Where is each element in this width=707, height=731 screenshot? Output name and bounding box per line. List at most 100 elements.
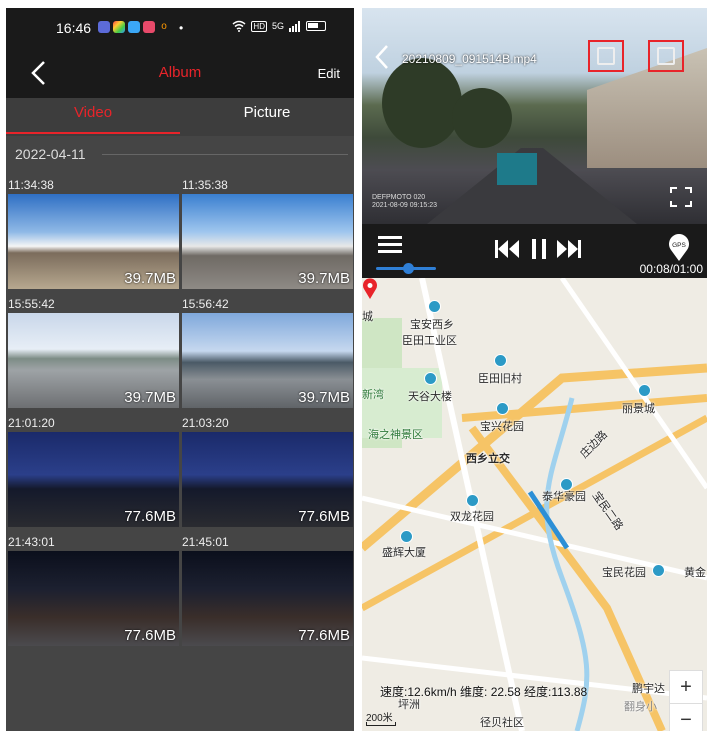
map-label: 盛辉大厦	[382, 547, 426, 559]
map-label: 丽景城	[622, 403, 655, 415]
gps-icon[interactable]: GPS	[668, 234, 690, 262]
status-bar: 16:46 o • HD 5G	[6, 8, 354, 48]
app-bar: Album Edit	[6, 48, 354, 98]
app-icon	[113, 21, 125, 33]
signal-label: 5G	[271, 21, 284, 31]
map-label: 臣田旧村	[478, 373, 522, 385]
previous-icon[interactable]	[494, 238, 520, 260]
app-icon: o	[158, 21, 170, 33]
back-arrow-icon[interactable]	[374, 44, 390, 70]
map-label: 鹏宇达	[632, 683, 665, 695]
poi-icon	[494, 354, 507, 367]
video-time: 21:03:20	[182, 416, 229, 430]
zoom-in-button[interactable]: +	[670, 671, 702, 703]
video-thumbnail[interactable]: 77.6MB	[182, 551, 353, 646]
poi-icon	[466, 494, 479, 507]
map-label: 臣田工业区	[402, 335, 457, 347]
date-header: 2022-04-11	[15, 146, 86, 162]
share-button[interactable]	[648, 40, 684, 72]
video-thumbnail[interactable]: 77.6MB	[8, 432, 179, 527]
poi-icon	[400, 530, 413, 543]
video-size: 39.7MB	[124, 389, 176, 406]
video-thumbnail[interactable]: 39.7MB	[8, 313, 179, 408]
playback-controls: GPS 00:08/01:00	[362, 224, 707, 278]
zoom-out-button[interactable]: −	[670, 703, 702, 731]
video-thumbnail[interactable]: 77.6MB	[8, 551, 179, 646]
screenshot-root: 16:46 o • HD 5G Album Edit Video Picture…	[0, 0, 707, 731]
share-icon	[657, 47, 675, 65]
video-player[interactable]: 20210809_091514B.mp4 DEFPMOTO 020 2021-0…	[362, 8, 707, 224]
tab-video[interactable]: Video	[6, 98, 180, 136]
status-app-icons: o •	[98, 21, 183, 35]
playback-time: 00:08/01:00	[639, 262, 703, 276]
video-time: 11:34:38	[8, 178, 54, 192]
video-thumbnail[interactable]: 39.7MB	[8, 194, 179, 289]
poi-icon	[424, 372, 437, 385]
map-label: 泰华豪园	[542, 491, 586, 503]
edit-button[interactable]: Edit	[318, 66, 340, 81]
poi-icon	[496, 402, 509, 415]
map-label: 宝兴花园	[480, 421, 524, 433]
media-tabs: Video Picture	[6, 98, 354, 136]
video-size: 39.7MB	[124, 270, 176, 287]
clip-button[interactable]	[588, 40, 624, 72]
pause-icon[interactable]	[530, 238, 548, 260]
gps-info: 速度:12.6km/h 维度: 22.58 经度:113.88	[380, 685, 588, 699]
app-icon	[98, 21, 110, 33]
video-thumbnail[interactable]: 77.6MB	[182, 432, 353, 527]
map-view[interactable]: 宝安西乡 臣田工业区 臣田旧村 天谷大楼 宝兴花园 丽景城 海之神景区 西乡立交…	[362, 278, 707, 731]
app-icon	[143, 21, 155, 33]
poi-icon	[652, 564, 665, 577]
video-item[interactable]: 15:55:42 39.7MB	[8, 297, 179, 408]
gps-label: GPS	[672, 242, 686, 249]
location-pin-icon	[363, 278, 377, 299]
video-item[interactable]: 11:35:38 39.7MB	[182, 178, 353, 289]
video-time: 21:01:20	[8, 416, 55, 430]
video-time: 15:56:42	[182, 297, 229, 311]
video-item[interactable]: 21:01:20 77.6MB	[8, 416, 179, 527]
poi-icon	[638, 384, 651, 397]
map-label: 天谷大楼	[408, 391, 452, 403]
map-label: 宝安西乡	[410, 319, 454, 331]
album-screen: 16:46 o • HD 5G Album Edit Video Picture…	[6, 8, 354, 731]
map-label: 双龙花园	[450, 511, 494, 523]
video-filename: 20210809_091514B.mp4	[402, 52, 537, 66]
video-frame-tree	[382, 58, 462, 148]
watermark-brand: DEFPMOTO 020	[372, 194, 426, 201]
seek-handle[interactable]	[403, 263, 414, 274]
map-label: 翻身小	[624, 701, 657, 713]
video-frame-bus	[497, 153, 537, 185]
video-item[interactable]: 21:43:01 77.6MB	[8, 535, 179, 646]
video-time: 21:43:01	[8, 535, 55, 549]
video-size: 77.6MB	[298, 508, 350, 525]
fullscreen-icon[interactable]	[669, 186, 693, 208]
tab-picture[interactable]: Picture	[180, 98, 354, 136]
wifi-icon	[232, 20, 246, 32]
map-label: 宝民花园	[602, 567, 646, 579]
map-label: 黄金	[684, 567, 706, 579]
video-size: 77.6MB	[298, 627, 350, 644]
video-time: 15:55:42	[8, 297, 55, 311]
video-item[interactable]: 11:34:38 39.7MB	[8, 178, 179, 289]
map-label: 海之神景区	[368, 429, 423, 441]
map-label: 西乡立交	[466, 453, 510, 465]
video-thumbnail[interactable]: 39.7MB	[182, 194, 353, 289]
map-label: 径贝社区	[480, 717, 524, 729]
poi-icon	[428, 300, 441, 313]
video-item[interactable]: 21:45:01 77.6MB	[182, 535, 353, 646]
video-size: 39.7MB	[298, 270, 350, 287]
status-dot: •	[179, 21, 184, 35]
video-thumbnail[interactable]: 39.7MB	[182, 313, 353, 408]
next-icon[interactable]	[556, 238, 582, 260]
hd-badge: HD	[251, 20, 267, 32]
playlist-icon[interactable]	[378, 236, 402, 254]
video-item[interactable]: 15:56:42 39.7MB	[182, 297, 353, 408]
video-time: 21:45:01	[182, 535, 229, 549]
video-frame-tree	[452, 88, 512, 148]
status-time: 16:46	[56, 20, 92, 36]
app-icon	[128, 21, 140, 33]
watermark-timestamp: 2021-08-09 09:15:23	[372, 202, 437, 209]
signal-icon	[289, 20, 300, 32]
video-item[interactable]: 21:03:20 77.6MB	[182, 416, 353, 527]
divider	[102, 154, 348, 155]
